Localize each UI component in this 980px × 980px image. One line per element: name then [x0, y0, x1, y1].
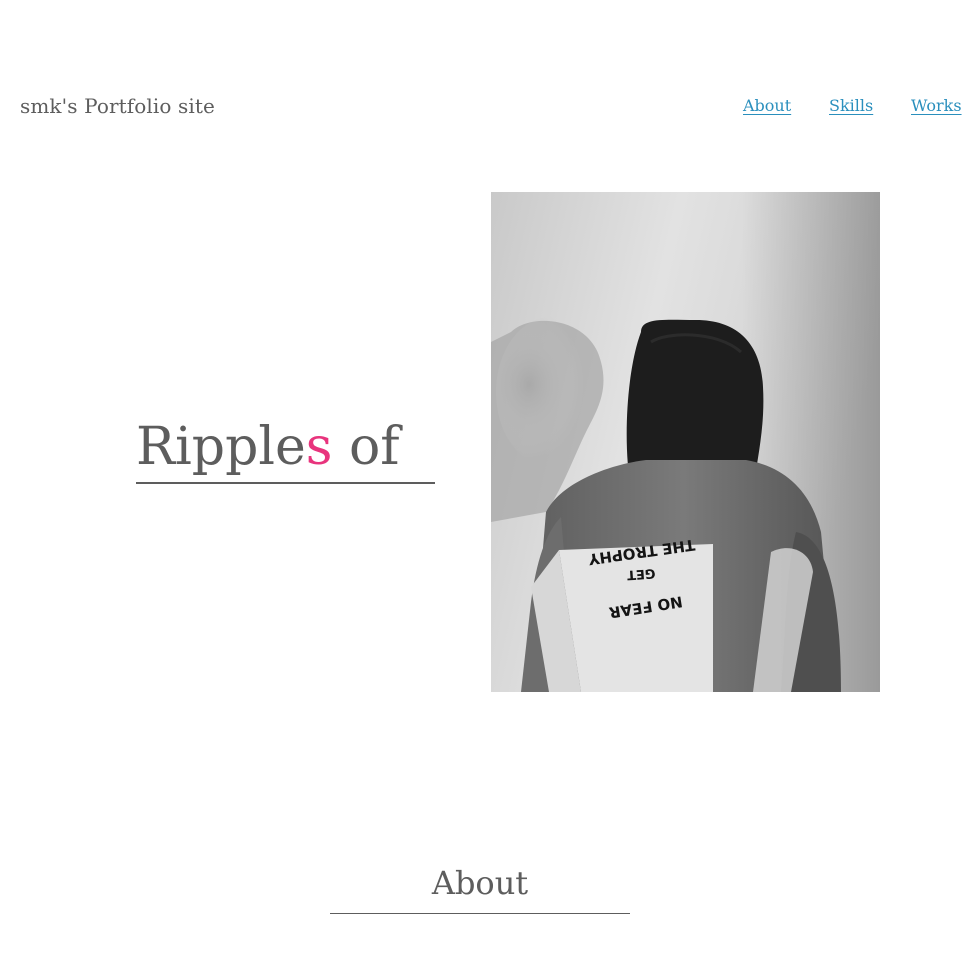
- hero-heading-text: Ripples of: [136, 412, 435, 482]
- jacket-text-line2: GET: [626, 565, 656, 582]
- nav-link-about[interactable]: About: [743, 96, 791, 115]
- hero-photo-illustration: THE TROPHY GET NO FEAR: [491, 192, 880, 692]
- hero-heading: Ripples of: [136, 412, 435, 484]
- hero-photo: THE TROPHY GET NO FEAR: [491, 192, 880, 692]
- about-section-heading: About: [330, 858, 630, 914]
- hero-text-after: of: [332, 417, 400, 477]
- nav-link-works[interactable]: Works: [911, 96, 962, 115]
- main-nav: About Skills Works: [0, 96, 980, 120]
- hero-text-before: Ripple: [136, 417, 306, 477]
- page: smk's Portfolio site About Skills Works …: [0, 0, 980, 980]
- hero-text-accent: s: [305, 417, 333, 477]
- nav-link-skills[interactable]: Skills: [829, 96, 873, 115]
